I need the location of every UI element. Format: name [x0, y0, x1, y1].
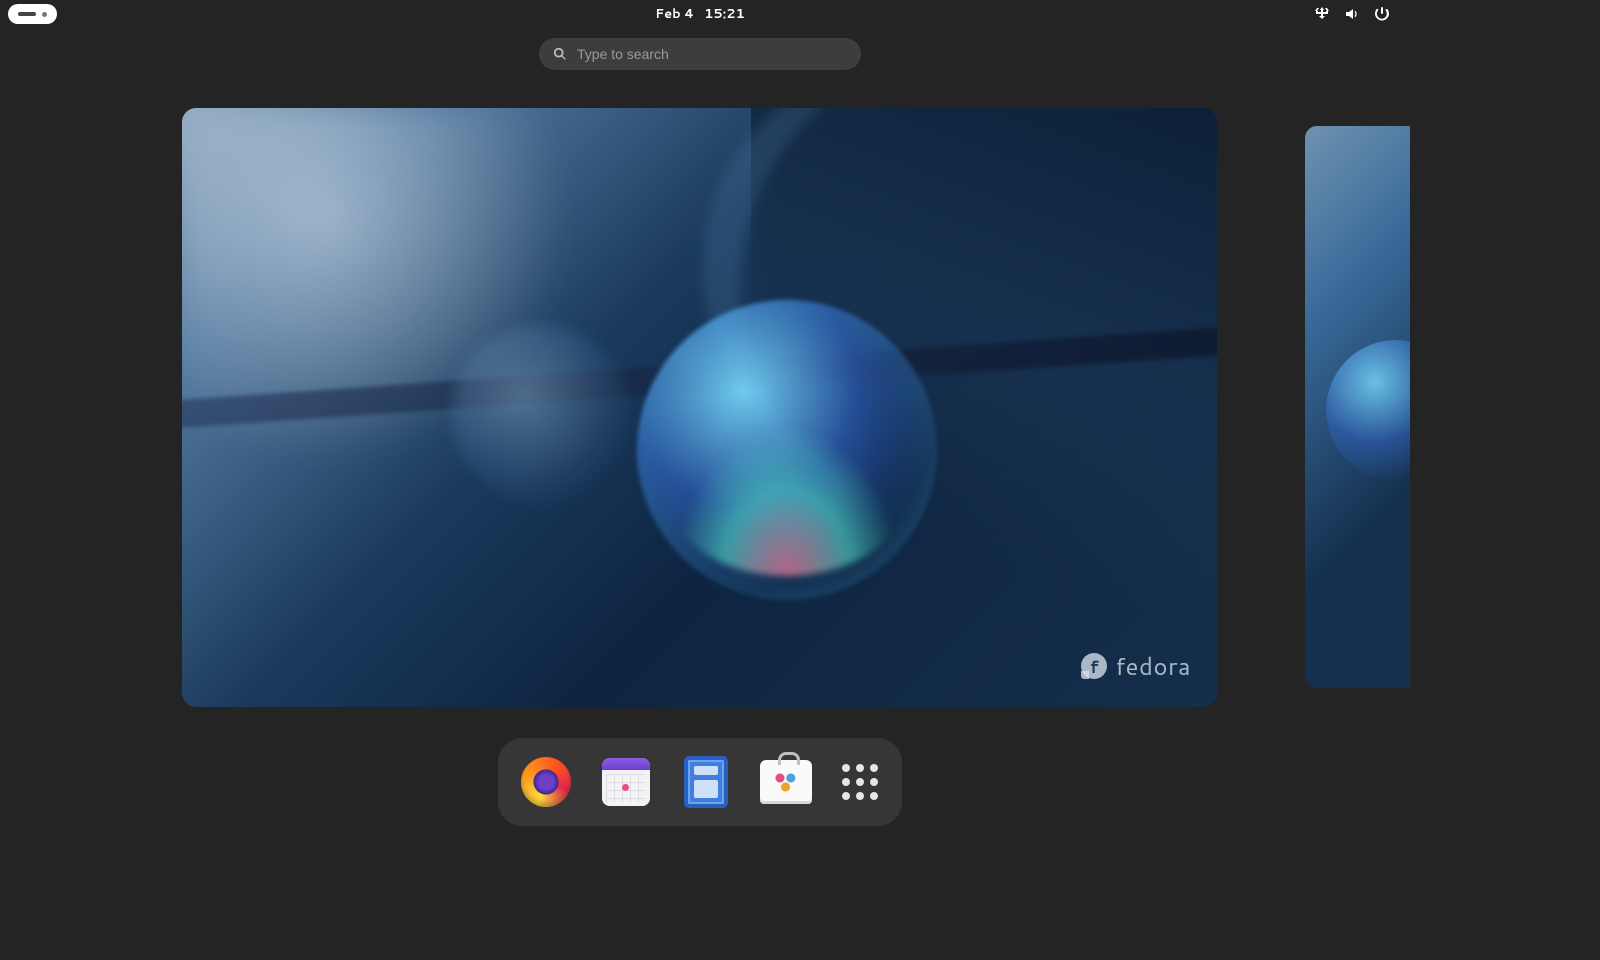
search-input[interactable]	[577, 46, 847, 62]
clock-button[interactable]: Feb 4 15:21	[655, 5, 745, 23]
workspace-indicator-dot	[42, 12, 47, 17]
time-label: 15:21	[704, 5, 745, 23]
dock-app-software[interactable]	[760, 756, 812, 808]
system-status-area[interactable]	[1314, 0, 1390, 28]
power-icon	[1374, 6, 1390, 22]
dock-app-firefox[interactable]	[520, 756, 572, 808]
activities-button[interactable]	[8, 4, 57, 24]
firefox-icon	[521, 757, 571, 807]
top-bar: Feb 4 15:21	[0, 0, 1400, 28]
wallpaper: f fedora	[182, 108, 1217, 707]
network-icon	[1314, 6, 1330, 22]
overview-search[interactable]	[539, 38, 861, 70]
dock-app-calendar[interactable]	[600, 756, 652, 808]
calendar-icon	[602, 758, 650, 806]
fedora-brand-label: fedora	[1115, 649, 1191, 683]
workspace-2[interactable]	[1305, 126, 1410, 688]
dock-app-files[interactable]	[680, 756, 732, 808]
volume-icon	[1344, 6, 1360, 22]
fedora-logo-icon: f	[1081, 653, 1107, 679]
files-icon	[684, 756, 728, 808]
fedora-watermark: f fedora	[1081, 649, 1191, 683]
workspace-indicator-active	[18, 12, 36, 16]
workspace-1[interactable]: f fedora	[182, 108, 1217, 707]
search-icon	[553, 47, 567, 61]
dash	[498, 738, 902, 826]
show-apps-button[interactable]	[840, 762, 880, 802]
date-label: Feb 4	[655, 5, 694, 23]
software-icon	[760, 760, 812, 804]
